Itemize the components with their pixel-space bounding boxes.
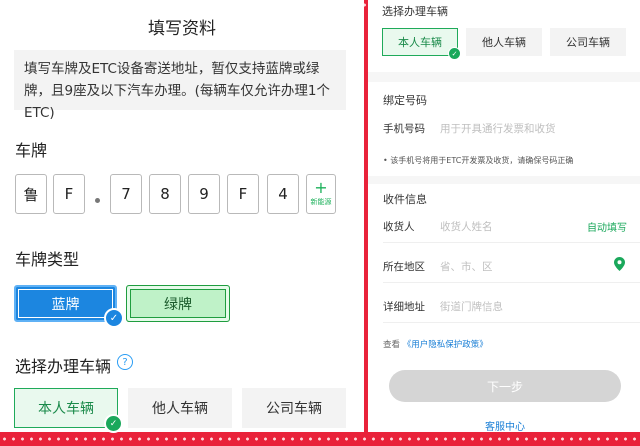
region-label: 所在地区	[383, 261, 425, 273]
recipient-label: 收货人	[383, 221, 415, 233]
help-icon[interactable]: ?	[117, 354, 133, 370]
notice-box: 填写车牌及ETC设备寄送地址，暂仅支持蓝牌或绿牌，且9座及以下汽车办理。(每辆车…	[14, 50, 346, 121]
vehicle-others-option[interactable]: 他人车辆	[466, 28, 542, 56]
divider	[383, 322, 640, 323]
page-title: 填写资料	[148, 19, 216, 39]
plate-char-5[interactable]: 9	[188, 174, 220, 214]
plate-section-title: 车牌	[15, 141, 48, 160]
phone-label: 手机号码	[383, 123, 425, 135]
bind-section-title: 绑定号码	[383, 94, 427, 107]
customer-service-link[interactable]: 客服中心	[485, 418, 525, 433]
green-plate-option[interactable]: 绿牌	[126, 285, 230, 322]
right-screen: 选择办理车辆 本人车辆 ✓ 他人车辆 公司车辆 绑定号码 手机号码 用于开具通行…	[368, 0, 640, 433]
plate-type-section-title: 车牌类型	[15, 250, 80, 269]
vehicle-own-option[interactable]: 本人车辆	[14, 388, 118, 428]
privacy-prefix: 查看	[383, 340, 401, 350]
vehicle-section-title: 选择办理车辆	[382, 5, 448, 18]
privacy-line: 查看 《用户隐私保护政策》	[383, 338, 488, 350]
section-gap	[368, 176, 640, 184]
autofill-button[interactable]: 自动填写	[587, 219, 627, 234]
plate-char-4[interactable]: 8	[149, 174, 181, 214]
plus-icon: +	[314, 178, 328, 197]
selected-check-icon: ✓	[448, 47, 461, 60]
left-screen: 填写资料 填写车牌及ETC设备寄送地址，暂仅支持蓝牌或绿牌，且9座及以下汽车办理…	[0, 0, 364, 433]
plate-char-2[interactable]: F	[53, 174, 85, 214]
plate-separator-dot	[95, 198, 100, 203]
privacy-policy-link[interactable]: 《用户隐私保护政策》	[403, 340, 488, 350]
plate-char-1[interactable]: 鲁	[15, 174, 47, 214]
selected-check-icon: ✓	[104, 414, 123, 433]
festive-border-bottom	[0, 434, 640, 444]
shipping-section-title: 收件信息	[383, 193, 427, 206]
plate-char-3[interactable]: 7	[110, 174, 142, 214]
vehicle-company-option[interactable]: 公司车辆	[242, 388, 346, 428]
section-gap	[368, 72, 640, 82]
vehicle-others-option[interactable]: 他人车辆	[128, 388, 232, 428]
new-energy-button[interactable]: + 新能源	[306, 174, 336, 214]
recipient-input[interactable]: 收货人姓名	[440, 219, 493, 234]
divider	[383, 242, 640, 243]
new-energy-label: 新能源	[310, 198, 332, 206]
vehicle-company-option[interactable]: 公司车辆	[550, 28, 626, 56]
vehicle-section-title: 选择办理车辆	[15, 357, 112, 376]
phone-input[interactable]: 用于开具通行发票和收货	[440, 121, 556, 136]
address-input[interactable]: 街道门牌信息	[440, 299, 503, 314]
next-step-button[interactable]: 下一步	[389, 370, 621, 402]
vehicle-own-option[interactable]: 本人车辆	[382, 28, 458, 56]
plate-char-6[interactable]: F	[227, 174, 259, 214]
location-pin-icon[interactable]	[614, 257, 625, 271]
phone-note: • 该手机号将用于ETC开发票及收货，请确保号码正确	[383, 156, 574, 165]
plate-char-7[interactable]: 4	[267, 174, 299, 214]
selected-check-icon: ✓	[104, 308, 124, 328]
divider	[383, 282, 640, 283]
blue-plate-option[interactable]: 蓝牌	[14, 285, 117, 322]
region-picker[interactable]: 省、市、区	[440, 259, 493, 274]
address-label: 详细地址	[383, 301, 425, 313]
